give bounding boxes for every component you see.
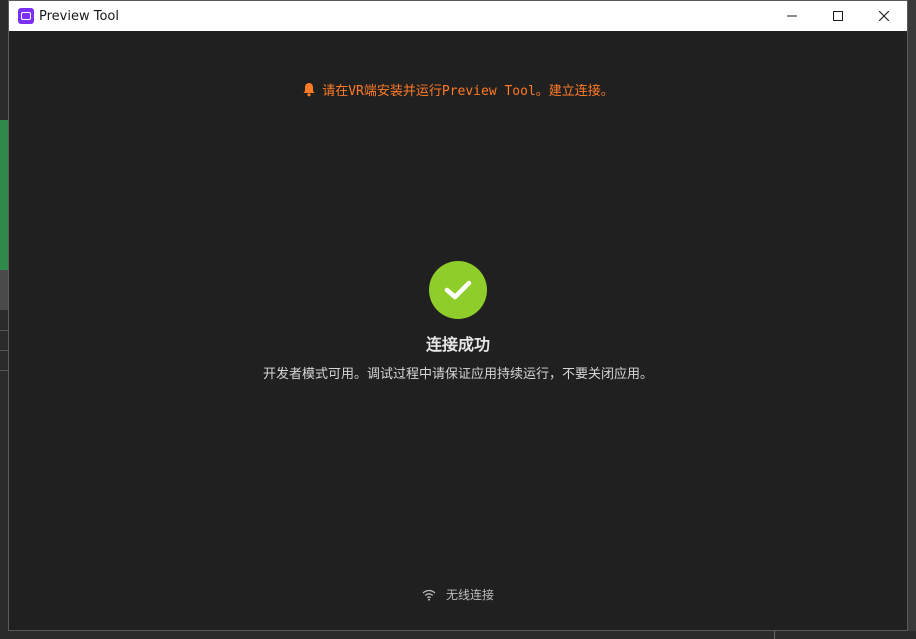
check-circle-icon	[429, 261, 487, 319]
background-desktop-edge	[0, 0, 8, 639]
background-green-block	[0, 120, 8, 270]
background-tick	[774, 631, 775, 639]
close-icon	[879, 11, 889, 21]
minimize-icon	[787, 15, 797, 17]
notice-text: 请在VR端安装并运行Preview Tool。建立连接。	[322, 84, 614, 99]
background-desktop-bottom	[0, 631, 916, 639]
status-block: 连接成功 开发者模式可用。调试过程中请保证应用持续运行，不要关闭应用。	[9, 261, 907, 382]
background-line	[0, 350, 8, 351]
connection-notice: 请在VR端安装并运行Preview Tool。建立连接。	[9, 80, 907, 99]
app-logo-icon	[18, 8, 34, 24]
wifi-icon	[422, 589, 436, 601]
close-button[interactable]	[861, 1, 907, 31]
window-controls	[769, 1, 907, 31]
connection-mode-label: 无线连接	[445, 588, 494, 602]
status-description: 开发者模式可用。调试过程中请保证应用持续运行，不要关闭应用。	[262, 367, 653, 382]
background-line	[0, 370, 8, 371]
window-title: Preview Tool	[39, 8, 119, 24]
maximize-button[interactable]	[815, 1, 861, 31]
bell-icon	[302, 82, 316, 97]
status-title: 连接成功	[425, 335, 490, 354]
minimize-button[interactable]	[769, 1, 815, 31]
background-line	[0, 330, 8, 331]
maximize-icon	[833, 11, 843, 21]
background-gray-block	[0, 270, 8, 310]
title-bar[interactable]: Preview Tool	[9, 1, 907, 31]
app-window: Preview Tool 请在VR端安装并运行Preview Tool。建立连接…	[8, 0, 908, 631]
main-content: 请在VR端安装并运行Preview Tool。建立连接。 连接成功 开发者模式可…	[9, 31, 907, 630]
connection-mode[interactable]: 无线连接	[9, 586, 907, 603]
